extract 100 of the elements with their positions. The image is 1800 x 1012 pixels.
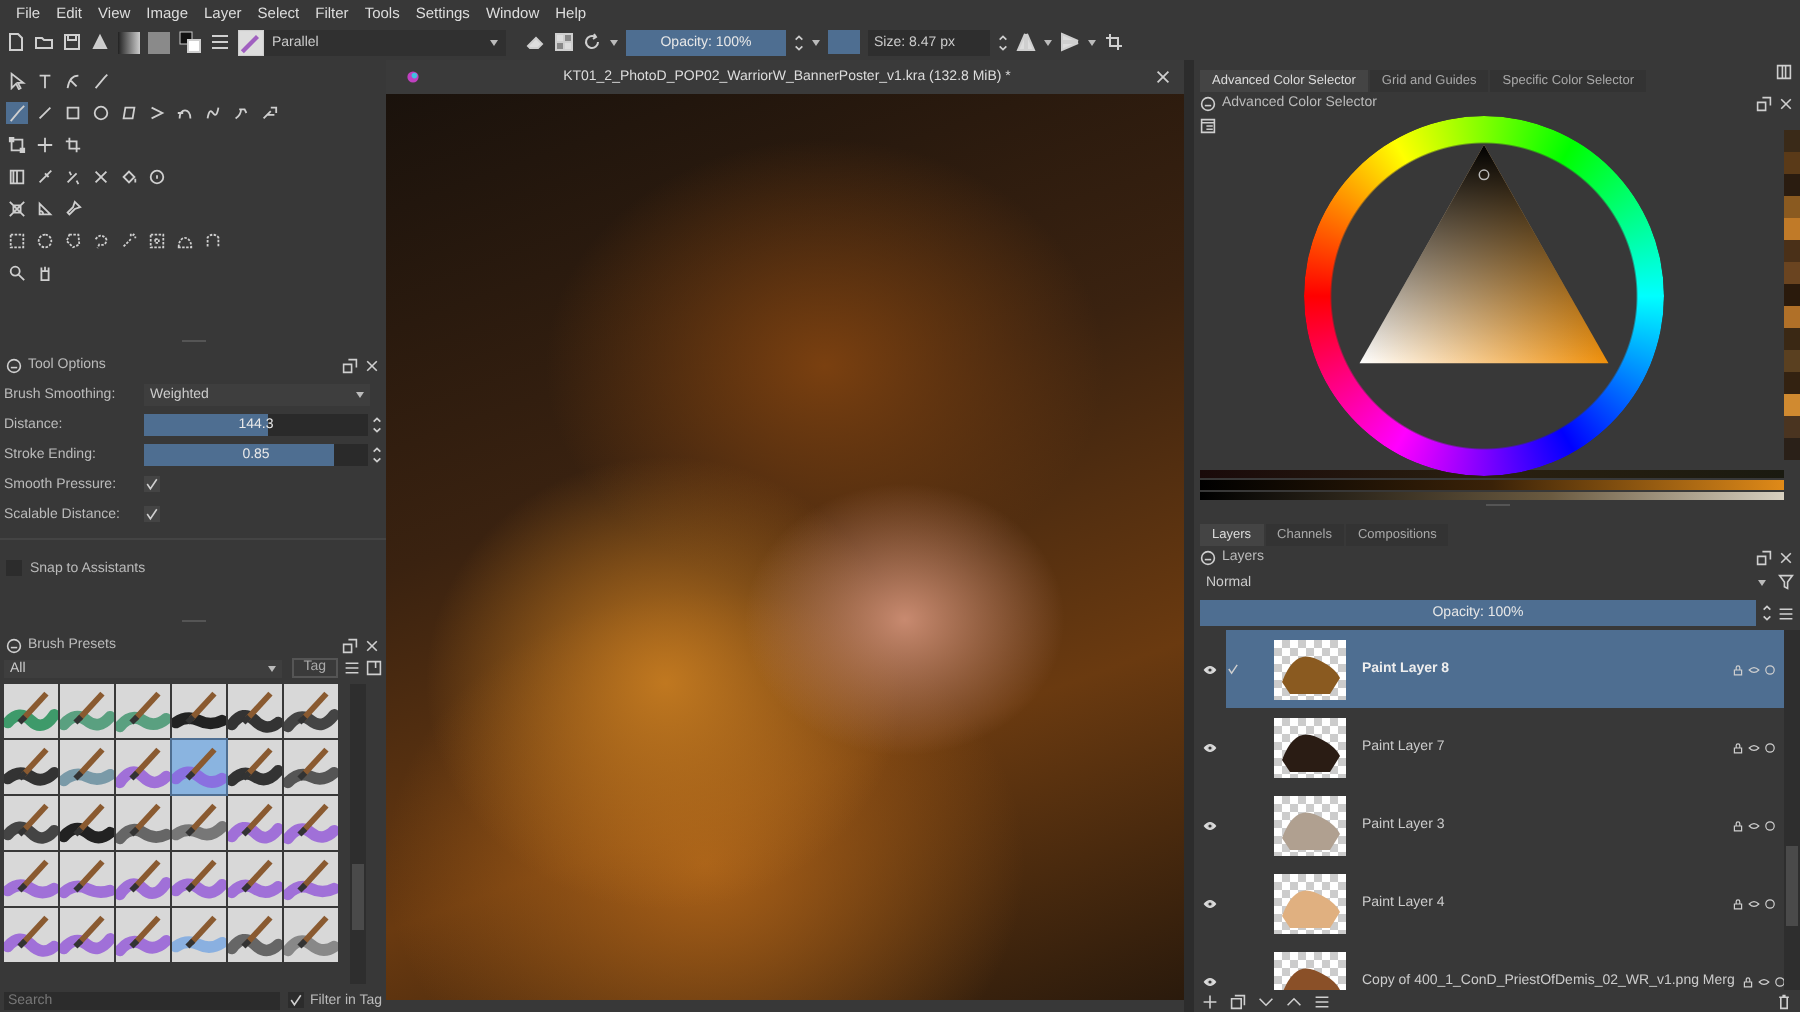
freehand-path-icon[interactable] — [202, 102, 224, 124]
spin-arrows-icon[interactable] — [372, 443, 382, 465]
checkbox[interactable] — [144, 476, 160, 492]
brush-preset-thumbnail[interactable] — [60, 684, 114, 738]
lasso-icon[interactable] — [90, 230, 112, 252]
lock-icon[interactable] — [1732, 897, 1744, 909]
close-icon[interactable] — [1778, 95, 1794, 111]
brush-preset-thumbnail[interactable] — [172, 684, 226, 738]
eraser-icon[interactable] — [526, 32, 546, 52]
color-history-swatch[interactable] — [1784, 372, 1800, 394]
caret-icon[interactable] — [1044, 39, 1052, 45]
scrollbar[interactable] — [1784, 630, 1800, 990]
color-history-swatch[interactable] — [1784, 328, 1800, 350]
new-document-icon[interactable] — [6, 32, 26, 52]
brush-preset-thumbnail[interactable] — [116, 740, 170, 794]
eye-icon[interactable] — [1202, 817, 1218, 833]
mirror-vertical-icon[interactable] — [1060, 32, 1080, 52]
gradient-swatch[interactable] — [118, 31, 140, 53]
spin-arrows-icon[interactable] — [998, 31, 1008, 53]
brush-icon[interactable] — [90, 70, 112, 92]
eye-icon[interactable] — [1202, 739, 1218, 755]
color-history-swatch[interactable] — [1784, 152, 1800, 174]
trash-icon[interactable] — [1776, 993, 1792, 1009]
brush-preset-thumbnail[interactable] — [228, 684, 282, 738]
brush-preset-thumbnail[interactable] — [172, 796, 226, 850]
color-history-swatch[interactable] — [1784, 240, 1800, 262]
checkbox[interactable] — [287, 992, 304, 1008]
brush-preset-thumbnail[interactable] — [228, 740, 282, 794]
target-icon[interactable] — [146, 166, 168, 188]
magnifier-icon[interactable] — [6, 262, 28, 284]
float-icon[interactable] — [342, 357, 358, 373]
move-icon[interactable] — [34, 134, 56, 156]
text-icon[interactable] — [34, 70, 56, 92]
gradient-icon[interactable] — [6, 166, 28, 188]
spin-arrows-icon[interactable] — [1762, 602, 1772, 624]
ellipse-selection-icon[interactable] — [34, 230, 56, 252]
measure-icon[interactable] — [34, 198, 56, 220]
brush-preset-thumbnail[interactable] — [228, 796, 282, 850]
magic-wand-icon[interactable] — [118, 230, 140, 252]
panel-icon[interactable] — [366, 660, 382, 676]
duplicate-icon[interactable] — [1230, 993, 1246, 1009]
brush-preset-thumbnail[interactable] — [60, 908, 114, 962]
rectangle-selection-icon[interactable] — [6, 230, 28, 252]
color-swatch-icon[interactable] — [178, 30, 202, 54]
brush-preset-thumbnail[interactable] — [228, 908, 282, 962]
polyline-icon[interactable] — [146, 102, 168, 124]
brush-preset-thumbnail[interactable] — [116, 796, 170, 850]
brush-icon[interactable] — [6, 102, 28, 124]
color-history-swatch[interactable] — [1784, 394, 1800, 416]
float-icon[interactable] — [1756, 95, 1772, 111]
polygon-selection-icon[interactable] — [62, 230, 84, 252]
brush-preset-thumbnail[interactable] — [60, 740, 114, 794]
caret-icon[interactable] — [812, 39, 820, 45]
magnetic-selection-icon[interactable] — [202, 230, 224, 252]
color-history-swatch[interactable] — [1784, 306, 1800, 328]
painting-canvas[interactable] — [386, 94, 1184, 1000]
float-icon[interactable] — [342, 637, 358, 653]
spin-arrows-icon[interactable] — [372, 413, 382, 435]
lock-icon[interactable] — [1732, 741, 1744, 753]
add-icon[interactable] — [1202, 993, 1218, 1009]
brush-preset-thumbnail[interactable] — [4, 796, 58, 850]
rectangle-icon[interactable] — [62, 102, 84, 124]
brush-preset-thumbnail[interactable] — [4, 908, 58, 962]
scrollbar[interactable] — [350, 684, 366, 984]
crop-icon[interactable] — [62, 134, 84, 156]
brush-preset-thumbnail[interactable] — [284, 740, 338, 794]
brush-preset-thumbnail[interactable] — [60, 852, 114, 906]
brush-preset-thumbnail[interactable] — [4, 684, 58, 738]
brush-preset-thumbnail[interactable] — [4, 852, 58, 906]
pointer-icon[interactable] — [6, 70, 28, 92]
chevron-down-icon[interactable] — [1258, 993, 1274, 1009]
eyedropper-icon[interactable] — [34, 166, 56, 188]
folder-icon[interactable] — [34, 32, 54, 52]
close-icon[interactable] — [1778, 549, 1794, 565]
menu-icon[interactable] — [344, 660, 360, 676]
brush-preset-thumbnail[interactable] — [172, 852, 226, 906]
color-history-swatch[interactable] — [1784, 416, 1800, 438]
brush-preset-thumbnail[interactable] — [284, 852, 338, 906]
menu-icon[interactable] — [1778, 605, 1794, 621]
pin-icon[interactable] — [62, 198, 84, 220]
brush-preset-thumbnail[interactable] — [4, 740, 58, 794]
brush-preset-thumbnail[interactable] — [172, 740, 226, 794]
save-icon[interactable] — [62, 32, 82, 52]
brush-preset-thumbnail[interactable] — [116, 852, 170, 906]
color-history-swatch[interactable] — [1784, 130, 1800, 152]
color-slider-strip[interactable] — [1200, 470, 1784, 500]
brush-preset-thumbnail[interactable] — [284, 684, 338, 738]
color-history-swatch[interactable] — [1784, 196, 1800, 218]
panel-icon[interactable] — [1776, 64, 1792, 80]
checkbox[interactable] — [144, 506, 160, 522]
line-icon[interactable] — [34, 102, 56, 124]
color-history-swatch[interactable] — [1784, 438, 1800, 460]
close-icon[interactable] — [364, 637, 380, 653]
color-history-swatch[interactable] — [1784, 174, 1800, 196]
color-history-swatch[interactable] — [1784, 218, 1800, 240]
paint-bucket-icon[interactable] — [118, 166, 140, 188]
lock-icon[interactable] — [1732, 819, 1744, 831]
current-color-swatch[interactable] — [828, 30, 860, 54]
pattern-swatch[interactable] — [148, 31, 170, 53]
lock-icon[interactable] — [1742, 975, 1755, 987]
